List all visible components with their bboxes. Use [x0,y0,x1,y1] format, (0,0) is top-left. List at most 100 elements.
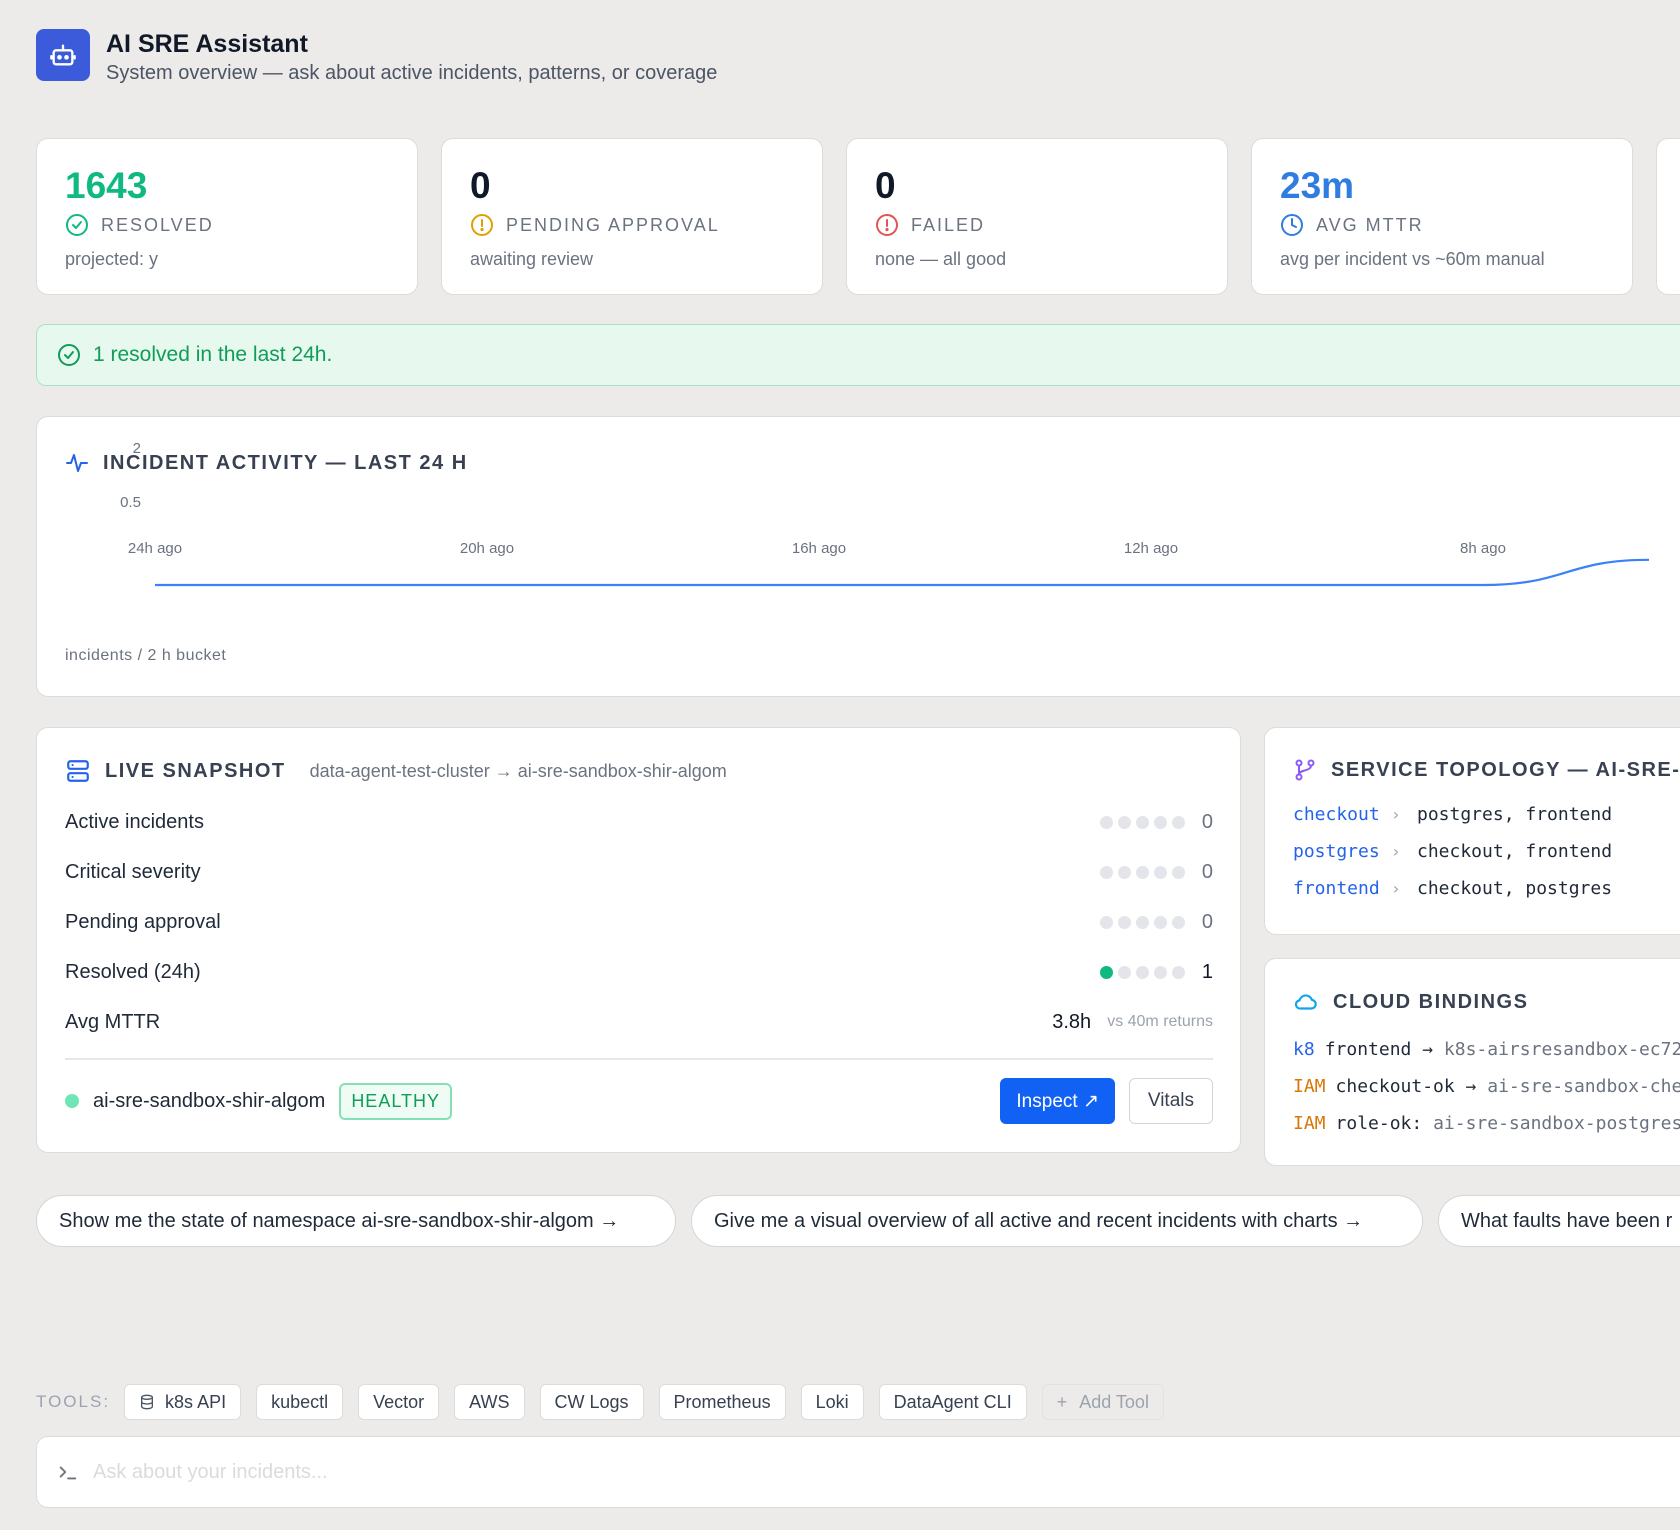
snapshot-row: Resolved (24h) 1 [65,957,1213,987]
chart-ylabel: incidents / 2 h bucket [65,647,227,664]
row-label: Pending approval [65,910,221,933]
binding-target: ai-sre-sandbox-che [1487,1076,1680,1097]
cloud-bindings-panel: CLOUD BINDINGS k8 frontend → k8s-airsresa… [1264,958,1680,1166]
status-banner: 1 resolved in the last 24h. [36,324,1680,386]
chevron-right-icon: › [1391,805,1401,824]
namespace-name: ai-sre-sandbox-shir-algom [93,1089,326,1112]
x-tick-label: 24h ago [128,540,182,557]
row-label: Resolved (24h) [65,960,201,983]
stat-value: 23m [1280,165,1355,206]
stat-card-failed: 0 FAILED none — all good [846,138,1228,295]
namespace-row: ai-sre-sandbox-shir-algom HEALTHY Inspec… [65,1078,1213,1124]
stat-sub: awaiting review [470,249,594,269]
stat-card-pending: 0 PENDING APPROVAL awaiting review [441,138,823,295]
stat-sub: projected: y [65,249,159,269]
service-name[interactable]: checkout [1293,804,1391,825]
mttr-value: 3.8h [1052,1010,1092,1033]
row-value: 0 [1201,810,1213,833]
binding-kind: k8 [1293,1039,1315,1060]
cloud-row: k8 frontend → k8s-airsresandbox-ec72 [1293,1039,1680,1060]
status-badge: HEALTHY [339,1082,452,1120]
binding-kind: IAM [1293,1113,1326,1134]
chart-title: INCIDENT ACTIVITY — LAST 24 H [103,451,468,474]
service-name[interactable]: postgres [1293,841,1391,862]
vitals-button[interactable]: Vitals [1128,1078,1213,1124]
level-dots [1100,965,1185,979]
check-circle-icon [66,214,88,236]
tool-chip-cw-logs[interactable]: CW Logs [539,1384,644,1420]
chevron-right-icon: › [1391,842,1401,861]
stat-card-resolved: 1643 RESOLVED projected: y [36,138,418,295]
row-label: Active incidents [65,810,204,833]
topology-title: SERVICE TOPOLOGY — AI-SRE-SA [1331,758,1680,781]
add-tool-label: Add Tool [1079,1391,1149,1412]
snapshot-row-mttr: Avg MTTR 3.8h vs 40m returns [65,1007,1213,1037]
stat-value: 0 [470,165,491,206]
tool-chip-k8s-api[interactable]: k8s API [124,1384,242,1420]
cloud-icon [1294,994,1317,1010]
binding-target: ai-sre-sandbox-postgres [1433,1113,1680,1134]
x-circle-icon [876,214,898,236]
divider [65,1058,1213,1060]
tool-chip-vector[interactable]: Vector [358,1384,440,1420]
snapshot-row: Pending approval 0 [65,907,1213,937]
level-dots [1100,865,1185,879]
add-tool-button[interactable]: + Add Tool [1041,1384,1164,1420]
stat-label: RESOLVED [101,214,214,235]
service-deps: checkout, postgres [1417,878,1613,899]
suggestion-chip[interactable]: Show me the state of namespace ai-sre-sa… [36,1195,676,1247]
tool-chip-aws[interactable]: AWS [454,1384,525,1420]
mttr-note: vs 40m returns [1107,1013,1213,1030]
service-topology-panel: SERVICE TOPOLOGY — AI-SRE-SA checkout › … [1264,727,1680,935]
incident-activity-chart: INCIDENT ACTIVITY — LAST 24 H 2 0.5 24h ag… [36,416,1680,697]
x-tick-label: 12h ago [1124,540,1178,557]
status-dot [65,1094,79,1108]
stat-label: FAILED [911,214,986,235]
binding-source: role-ok: [1335,1113,1423,1134]
prompt-box [36,1436,1680,1508]
page-subtitle: System overview — ask about active incid… [106,62,718,84]
git-branch-icon [1295,759,1315,781]
row-value: 0 [1201,860,1213,883]
row-label: Critical severity [65,860,201,883]
page-title: AI SRE Assistant [106,30,308,58]
tool-chip-loki[interactable]: Loki [800,1384,864,1420]
server-icon [67,760,89,782]
binding-target: k8s-airsresandbox-ec72 [1443,1039,1680,1060]
topology-row: frontend › checkout, postgres [1293,878,1612,899]
tool-label: k8s API [165,1391,227,1412]
binding-source: frontend → [1324,1039,1434,1060]
plus-icon: + [1056,1391,1068,1412]
x-tick-label: 16h ago [792,540,846,557]
live-snapshot-panel: LIVE SNAPSHOT data-agent-test-cluster → … [36,727,1241,1153]
suggestion-chip[interactable]: Give me a visual overview of all active … [691,1195,1423,1247]
chart-plot: 2 0.5 24h ago 20h ago 16h ago 12h ago 8h ago [120,440,1650,587]
row-value: 0 [1201,910,1213,933]
tool-chip-kubectl[interactable]: kubectl [256,1384,344,1420]
chevron-right-icon: › [1391,879,1401,898]
alert-circle-icon [471,214,493,236]
x-tick-label: 8h ago [1460,540,1506,557]
page-header: AI SRE Assistant System overview — ask a… [36,28,717,85]
tool-chip-prometheus[interactable]: Prometheus [658,1384,786,1420]
inspect-button[interactable]: Inspect ↗ [1000,1078,1115,1124]
service-name[interactable]: frontend [1293,878,1391,899]
level-dots [1100,815,1185,829]
topology-row: postgres › checkout, frontend [1293,841,1612,862]
stat-card-partial [1656,138,1680,295]
stat-sub: avg per incident vs ~60m manual [1280,249,1545,269]
binding-kind: IAM [1293,1076,1326,1097]
snapshot-row: Active incidents 0 [65,807,1213,837]
suggestion-chip[interactable]: What faults have been r [1438,1195,1680,1247]
x-tick-label: 20h ago [460,540,514,557]
cloud-title: CLOUD BINDINGS [1333,990,1529,1013]
tools-bar: TOOLS: k8s API kubectl Vector AWS CW Log… [36,1384,1179,1420]
snapshot-row: Critical severity 0 [65,857,1213,887]
service-deps: checkout, frontend [1417,841,1613,862]
terminal-icon [59,1466,77,1480]
tool-chip-dataagent-cli[interactable]: DataAgent CLI [878,1384,1027,1420]
series-line [154,558,1650,587]
stat-label: AVG MTTR [1316,214,1424,235]
chat-input[interactable] [93,1460,993,1484]
snapshot-title: LIVE SNAPSHOT [105,759,286,782]
